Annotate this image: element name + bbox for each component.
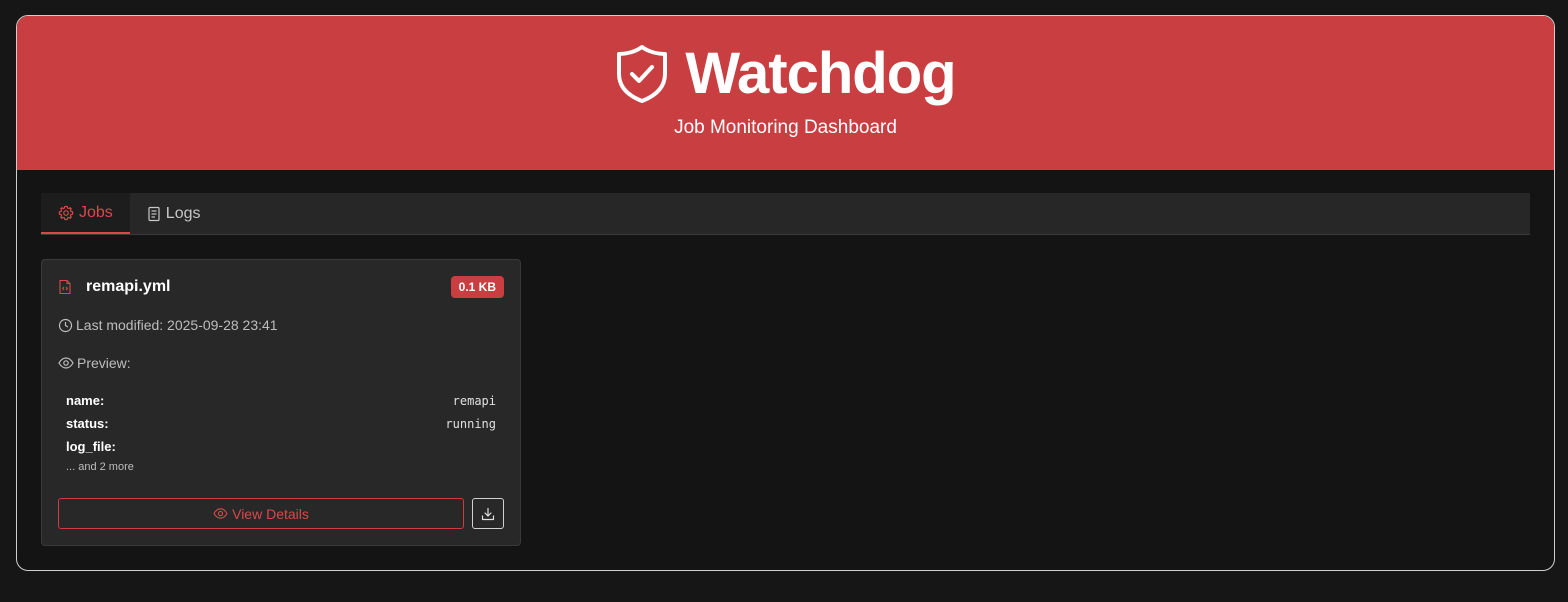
preview-heading: Preview:	[58, 355, 131, 371]
view-details-label: View Details	[232, 505, 309, 522]
preview-value: running	[445, 416, 496, 431]
eye-icon	[58, 357, 74, 369]
tab-bar: Jobs Logs	[41, 193, 1530, 235]
app-window: Watchdog Job Monitoring Dashboard Jobs L…	[16, 15, 1555, 571]
preview-key: status:	[66, 416, 109, 431]
job-file-name: remapi.yml	[86, 278, 171, 295]
preview-label: Preview:	[77, 355, 131, 371]
more-fields-text: ... and 2 more	[66, 461, 134, 473]
brand: Watchdog	[615, 41, 957, 106]
code-file-icon	[59, 279, 71, 295]
yaml-preview: name: remapi status: running log_file: .…	[66, 389, 496, 473]
tab-jobs[interactable]: Jobs	[41, 193, 130, 234]
last-modified-text: Last modified: 2025-09-28 23:41	[76, 317, 278, 333]
app-title: Watchdog	[685, 41, 956, 106]
tab-logs[interactable]: Logs	[130, 193, 218, 234]
tab-jobs-label: Jobs	[79, 203, 113, 221]
download-icon	[481, 507, 495, 520]
download-button[interactable]	[472, 498, 504, 529]
preview-row: log_file:	[66, 435, 496, 458]
job-card-actions: View Details	[58, 498, 504, 529]
clock-icon	[58, 318, 73, 332]
tab-logs-label: Logs	[165, 204, 201, 222]
file-size-badge: 0.1 KB	[450, 276, 504, 298]
header-banner: Watchdog Job Monitoring Dashboard	[17, 16, 1554, 170]
last-modified: Last modified: 2025-09-28 23:41	[58, 317, 278, 333]
eye-icon	[213, 508, 228, 519]
job-card: remapi.yml 0.1 KB Last modified: 2025-09…	[41, 259, 521, 546]
preview-row: name: remapi	[66, 389, 496, 412]
app-subtitle: Job Monitoring Dashboard	[674, 117, 897, 138]
job-card-header: remapi.yml 0.1 KB	[58, 276, 504, 298]
document-icon	[148, 206, 160, 221]
preview-key: name:	[66, 393, 105, 408]
view-details-button[interactable]: View Details	[58, 498, 464, 529]
preview-value: remapi	[452, 393, 496, 408]
preview-key: log_file:	[66, 439, 116, 454]
gear-icon	[58, 205, 74, 220]
preview-row: status: running	[66, 412, 496, 435]
shield-check-icon	[617, 45, 668, 103]
